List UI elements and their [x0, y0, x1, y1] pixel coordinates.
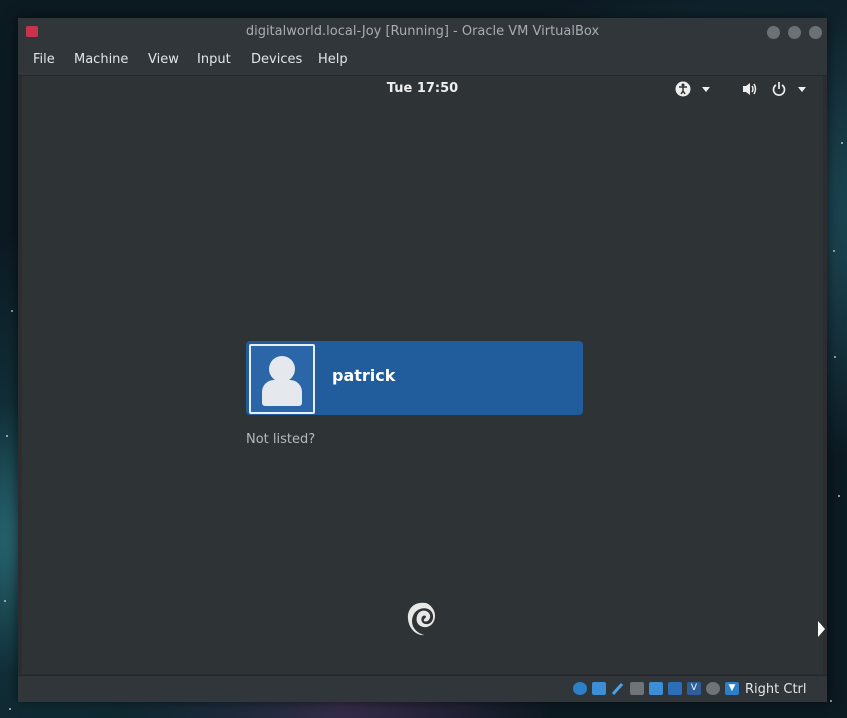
user-name: patrick [332, 366, 396, 385]
volume-icon[interactable] [742, 81, 760, 101]
user-icon [269, 356, 295, 382]
display-icon[interactable] [649, 682, 663, 695]
avatar [249, 344, 315, 414]
host-key-icon[interactable]: ▼ [725, 682, 739, 695]
menu-machine[interactable]: Machine [74, 52, 128, 67]
not-listed-link[interactable]: Not listed? [246, 432, 315, 447]
menu-file[interactable]: File [33, 52, 55, 67]
menu-view[interactable]: View [148, 52, 179, 67]
menu-bar: File Machine View Input Devices Help [18, 45, 827, 76]
gnome-top-bar: Tue 17:50 [22, 76, 823, 102]
vt-x-icon[interactable]: V [687, 682, 701, 695]
network-icon[interactable] [592, 682, 606, 695]
debian-swirl-icon [407, 602, 435, 636]
accessibility-icon[interactable] [675, 81, 691, 101]
menu-input[interactable]: Input [197, 52, 231, 67]
shared-folders-icon[interactable] [630, 682, 644, 695]
usb-icon[interactable] [611, 682, 625, 696]
status-bar: V ▼ Right Ctrl [18, 675, 827, 702]
accessibility-menu-chevron-icon[interactable] [702, 87, 710, 92]
menu-devices[interactable]: Devices [251, 52, 302, 67]
virtualbox-window: digitalworld.local-Joy [Running] - Oracl… [18, 18, 827, 702]
title-bar[interactable]: digitalworld.local-Joy [Running] - Oracl… [18, 18, 827, 45]
menu-help[interactable]: Help [318, 52, 348, 67]
hard-disk-icon[interactable] [573, 682, 587, 695]
guest-screen[interactable]: Tue 17:50 patrick Not listed? [22, 76, 823, 674]
mouse-integration-icon[interactable] [706, 682, 720, 695]
user-login-button[interactable]: patrick [246, 341, 583, 415]
window-title: digitalworld.local-Joy [Running] - Oracl… [245, 24, 600, 39]
close-icon[interactable] [809, 26, 822, 39]
video-capture-icon[interactable] [668, 682, 682, 695]
host-key-label: Right Ctrl [745, 682, 807, 697]
minimize-icon[interactable] [767, 26, 780, 39]
power-icon[interactable] [771, 81, 787, 101]
maximize-icon[interactable] [788, 26, 801, 39]
system-menu-chevron-icon[interactable] [798, 87, 806, 92]
mouse-pointer-icon [818, 621, 825, 637]
